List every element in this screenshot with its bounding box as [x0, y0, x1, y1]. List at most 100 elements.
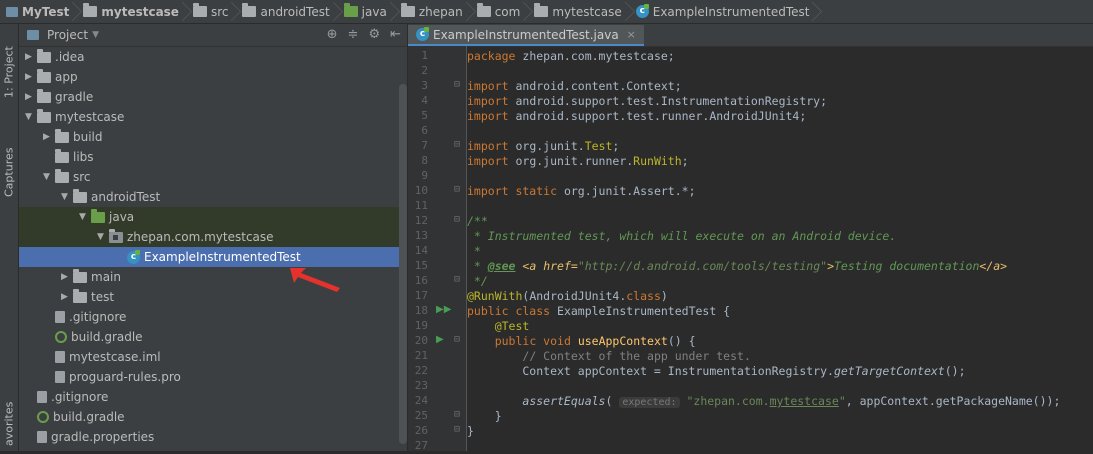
chevron-down-icon[interactable]: ▼ [25, 112, 37, 122]
tree-item-label: test [91, 290, 115, 304]
fold-marker-icon[interactable]: ⊟ [454, 79, 460, 90]
chevron-right-icon[interactable]: ▶ [25, 92, 37, 102]
chevron-right-icon[interactable]: ▶ [61, 272, 73, 282]
tree-item[interactable]: build.gradle [19, 327, 407, 347]
folder-icon [73, 188, 87, 203]
fold-marker-icon[interactable]: ⊟ [454, 274, 460, 285]
breadcrumb-item[interactable]: androidTest [236, 0, 337, 24]
tree-item[interactable]: ▼ src [19, 167, 407, 187]
tree-item[interactable]: ▶ test [19, 287, 407, 307]
file-icon [55, 371, 65, 383]
line-number: 19 [414, 319, 428, 332]
tree-item-label: build.gradle [53, 410, 125, 424]
tree-item-label: app [55, 70, 78, 84]
line-number: 3 [421, 79, 428, 92]
tree-item[interactable]: .gitignore [19, 387, 407, 407]
line-number: 7 [421, 139, 428, 152]
tree-item[interactable]: ▼ java [19, 207, 407, 227]
locate-icon[interactable]: ⊕ [327, 27, 338, 42]
project-panel-header: Project ▼ ⊕ ≑ ⚙ ⇤ [19, 24, 407, 47]
close-icon[interactable]: × [627, 28, 636, 41]
code-line: import android.support.test.Instrumentat… [467, 94, 828, 108]
line-number: 9 [421, 169, 428, 182]
chevron-right-icon[interactable]: ▶ [61, 292, 73, 302]
run-class-icon[interactable]: ▶▶ [436, 304, 451, 315]
code-line: } [467, 409, 502, 423]
tab-example-instrumented-test[interactable]: c ExampleInstrumentedTest.java × [408, 25, 644, 46]
tree-item[interactable]: gradle.properties [19, 427, 407, 447]
tree-item[interactable]: ▶ build [19, 127, 407, 147]
breadcrumb-item[interactable]: com [471, 0, 529, 24]
line-number: 14 [414, 244, 428, 257]
tree-item[interactable]: ▶ main [19, 267, 407, 287]
chevron-right-icon[interactable]: ▶ [25, 72, 37, 82]
code-line: import static org.junit.Assert.*; [467, 184, 696, 198]
folder-icon [242, 3, 257, 17]
line-number: 4 [421, 94, 428, 107]
tree-item[interactable]: proguard-rules.pro [19, 367, 407, 387]
fold-marker-icon[interactable]: ⊟ [454, 424, 460, 435]
breadcrumb-item[interactable]: MyTest [0, 0, 77, 24]
breadcrumb-item[interactable]: zhepan [395, 0, 471, 24]
tree-item[interactable]: ▶ .idea [19, 47, 407, 67]
fold-marker-icon[interactable]: ⊟ [454, 184, 460, 195]
run-method-icon[interactable]: ▶ [436, 334, 444, 345]
tree-item[interactable]: .gitignore [19, 307, 407, 327]
breadcrumb-label: ExampleInstrumentedTest [652, 4, 810, 19]
tree-item[interactable]: mytestcase.iml [19, 347, 407, 367]
project-scrollbar[interactable] [399, 84, 407, 444]
tree-item[interactable]: ▶ app [19, 67, 407, 87]
project-tool-tab[interactable]: 1: Project [0, 32, 18, 112]
breadcrumb-item[interactable]: mytestcase [77, 0, 187, 24]
folder-icon [400, 3, 415, 17]
breadcrumb-item[interactable]: java [338, 0, 395, 24]
chevron-down-icon[interactable]: ▼ [92, 30, 99, 40]
tree-item[interactable]: build.gradle [19, 407, 407, 427]
tree-item[interactable]: ▼ mytestcase [19, 107, 407, 127]
breadcrumb-item[interactable]: src [187, 0, 237, 24]
tree-item[interactable]: ▼ androidTest [19, 187, 407, 207]
breadcrumb-label: zhepan [418, 4, 463, 19]
chevron-right-icon[interactable]: ▶ [25, 52, 37, 62]
fold-marker-icon[interactable]: ⊟ [454, 214, 460, 225]
code-line: } [467, 424, 474, 438]
code-area[interactable]: package zhepan.com.mytestcase; import an… [467, 46, 1093, 451]
gear-icon[interactable]: ⚙ [368, 27, 380, 42]
code-line: Context appContext = InstrumentationRegi… [467, 364, 966, 378]
tree-item[interactable]: c ExampleInstrumentedTest [19, 247, 407, 267]
collapse-all-icon[interactable]: ≑ [348, 27, 359, 42]
breadcrumb-item[interactable]: c ExampleInstrumentedTest [630, 0, 818, 24]
chevron-down-icon[interactable]: ▼ [43, 172, 55, 182]
file-icon [55, 311, 65, 323]
folder-icon [55, 148, 69, 163]
class-icon: c [635, 4, 649, 18]
fold-marker-icon[interactable]: ⊟ [454, 409, 460, 420]
captures-tool-tab[interactable]: Captures [0, 132, 18, 212]
fold-marker-icon[interactable]: ⊟ [454, 139, 460, 150]
hide-panel-icon[interactable]: ⇤ [390, 27, 401, 42]
tree-item-label: mytestcase [55, 110, 125, 124]
tree-item-label: ExampleInstrumentedTest [144, 250, 301, 264]
chevron-right-icon[interactable]: ▶ [43, 132, 55, 142]
tree-item[interactable]: ▶ gradle [19, 87, 407, 107]
tree-item-label: build.gradle [71, 330, 143, 344]
tree-item[interactable]: ▼ zhepan.com.mytestcase [19, 227, 407, 247]
favorites-tool-tab[interactable]: avorites [0, 394, 18, 454]
chevron-down-icon[interactable]: ▼ [97, 232, 109, 242]
fold-marker-icon[interactable]: ⊟ [454, 334, 460, 345]
tree-item-label: mytestcase.iml [69, 350, 161, 364]
folder-icon [55, 168, 69, 183]
chevron-down-icon[interactable]: ▼ [79, 212, 91, 222]
breadcrumb-item[interactable]: mytestcase [528, 0, 629, 24]
gradle-icon [37, 411, 49, 423]
folder-icon [476, 3, 491, 17]
tree-item[interactable]: libs [19, 147, 407, 167]
editor-gutter: 1 2 3 4 5 6 7 8 9 10 11 12 13 14 15 16 17 18 19 20 21 22 23 24 2… [408, 46, 467, 452]
folder-green-icon [91, 208, 105, 223]
folder-icon [37, 88, 51, 103]
folder-icon [37, 68, 51, 83]
line-number: 27 [414, 439, 428, 452]
chevron-down-icon[interactable]: ▼ [61, 192, 73, 202]
line-number: 23 [414, 379, 428, 392]
project-panel-title[interactable]: Project [47, 28, 88, 42]
